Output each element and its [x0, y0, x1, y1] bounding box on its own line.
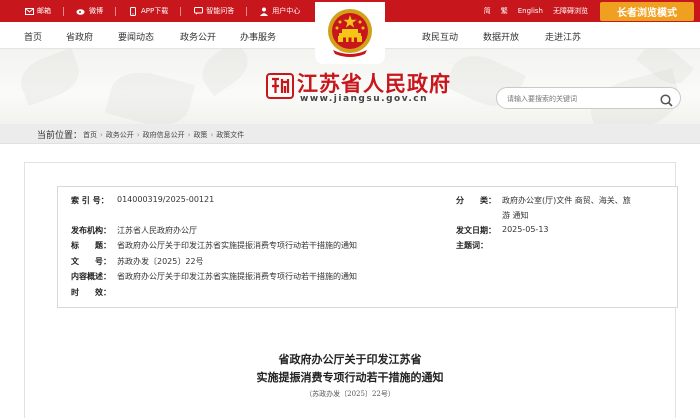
meta-value: 2025-05-13: [502, 225, 549, 234]
meta-value: 省政府办公厅关于印发江苏省实施提振消费专项行动若干措施的通知: [117, 241, 357, 250]
mail-icon: [24, 6, 34, 16]
meta-label: 主题词：: [456, 241, 488, 250]
breadcrumb-open-affairs[interactable]: 政务公开: [106, 130, 134, 140]
decorative-leaf: [14, 49, 86, 107]
top-links: 邮箱 微博 APP下载 智能问答 用户中心: [24, 0, 312, 22]
site-logo-icon: [266, 73, 294, 103]
nav-item-open-affairs[interactable]: 政务公开: [180, 30, 216, 43]
meta-value: 苏政办发〔2025〕22号: [117, 257, 204, 266]
meta-label: 发文日期：: [456, 226, 496, 235]
meta-row-category: 分 类： 政府办公室(厅)文件 商贸、海关、旅 游 通知: [456, 195, 631, 221]
breadcrumb-policy[interactable]: 政策: [193, 130, 207, 140]
search-icon[interactable]: [660, 92, 673, 111]
breadcrumb-policy-docs[interactable]: 政策文件: [216, 130, 244, 140]
document-title-line-1: 省政府办公厅关于印发江苏省: [278, 353, 422, 366]
meta-row-title: 标 题： 省政府办公厅关于印发江苏省实施提振消费专项行动若干措施的通知: [71, 240, 357, 251]
breadcrumb-bar: 当前位置： 首页 › 政务公开 › 政府信息公开 › 政策 › 政策文件: [0, 124, 700, 144]
breadcrumb: 首页 › 政务公开 › 政府信息公开 › 政策 › 政策文件: [83, 130, 244, 140]
chevron-right-icon: ›: [210, 131, 214, 139]
user-icon: [259, 6, 269, 16]
meta-value: 江苏省人民政府办公厅: [117, 226, 197, 235]
meta-row-org: 发布机构： 江苏省人民政府办公厅: [71, 225, 197, 236]
meta-row-date: 发文日期： 2025-05-13: [456, 225, 549, 236]
meta-row-validity: 时 效：: [71, 287, 117, 298]
divider: [246, 6, 248, 16]
breadcrumb-label: 当前位置：: [37, 131, 83, 141]
decorative-leaf: [104, 64, 196, 124]
chevron-right-icon: ›: [136, 131, 140, 139]
divider: [115, 6, 116, 16]
meta-label: 索 引 号：: [71, 196, 109, 205]
meta-row-index: 索 引 号： 014000319/2025-00121: [71, 195, 214, 206]
decorative-leaf: [194, 49, 256, 97]
nav-item-open-data[interactable]: 数据开放: [483, 30, 519, 43]
nav-item-government[interactable]: 省政府: [66, 30, 93, 43]
elder-mode-button[interactable]: 长者浏览模式: [600, 2, 694, 21]
nav-item-about-jiangsu[interactable]: 走进江苏: [545, 30, 581, 43]
document-number: （苏政办发〔2025〕22号）: [305, 390, 395, 398]
national-emblem-icon: [328, 9, 372, 57]
divider: [63, 6, 64, 16]
nav-item-news[interactable]: 要闻动态: [118, 30, 154, 43]
site-url: www.jiangsu.gov.cn: [300, 94, 428, 104]
meta-label: 分 类：: [456, 196, 496, 205]
meta-label: 发布机构：: [71, 226, 111, 235]
nav-item-interaction[interactable]: 政民互动: [422, 30, 458, 43]
meta-row-summary: 内容概述： 省政府办公厅关于印发江苏省实施提振消费专项行动若干措施的通知: [71, 271, 357, 282]
nav-item-home[interactable]: 首页: [24, 30, 42, 43]
nav-item-services[interactable]: 办事服务: [240, 30, 276, 43]
breadcrumb-home[interactable]: 首页: [83, 130, 97, 140]
meta-label: 内容概述：: [71, 272, 111, 281]
accessibility-link[interactable]: 无障碍浏览: [553, 6, 588, 16]
meta-label: 文 号：: [71, 257, 111, 266]
search-input[interactable]: [507, 91, 657, 106]
divider: [180, 6, 182, 16]
meta-label: 标 题：: [71, 241, 111, 250]
meta-value: 游 通知: [502, 211, 529, 220]
chevron-right-icon: ›: [100, 131, 103, 139]
english-link[interactable]: English: [518, 7, 543, 15]
meta-label: 时 效：: [71, 288, 111, 297]
meta-value: 省政府办公厅关于印发江苏省实施提振消费专项行动若干措施的通知: [117, 272, 357, 281]
meta-row-subject: 主题词：: [456, 240, 502, 251]
traditional-link[interactable]: 繁: [501, 6, 508, 16]
phone-icon: [128, 6, 138, 16]
mail-link[interactable]: 邮箱: [24, 6, 51, 16]
language-links: 简 繁 English 无障碍浏览: [474, 0, 588, 22]
meta-value: 014000319/2025-00121: [117, 195, 215, 204]
document-meta-table: 索 引 号： 014000319/2025-00121 发布机构： 江苏省人民政…: [57, 186, 678, 308]
chat-icon: [193, 6, 203, 16]
document-title-line-2: 实施提振消费专项行动若干措施的通知: [256, 371, 444, 384]
weibo-link[interactable]: 微博: [76, 6, 103, 16]
meta-row-doc-number: 文 号： 苏政办发〔2025〕22号: [71, 256, 204, 267]
user-center-link[interactable]: 用户中心: [259, 6, 300, 16]
search-box: [496, 87, 681, 109]
simplified-link[interactable]: 简: [484, 6, 491, 16]
app-download-link[interactable]: APP下载: [128, 6, 168, 16]
meta-value: 政府办公室(厅)文件 商贸、海关、旅: [502, 196, 631, 205]
national-emblem: [315, 2, 385, 64]
smart-qa-link[interactable]: 智能问答: [193, 6, 234, 16]
chevron-right-icon: ›: [187, 131, 191, 139]
weibo-icon: [76, 6, 86, 16]
breadcrumb-info-disclosure[interactable]: 政府信息公开: [143, 130, 185, 140]
